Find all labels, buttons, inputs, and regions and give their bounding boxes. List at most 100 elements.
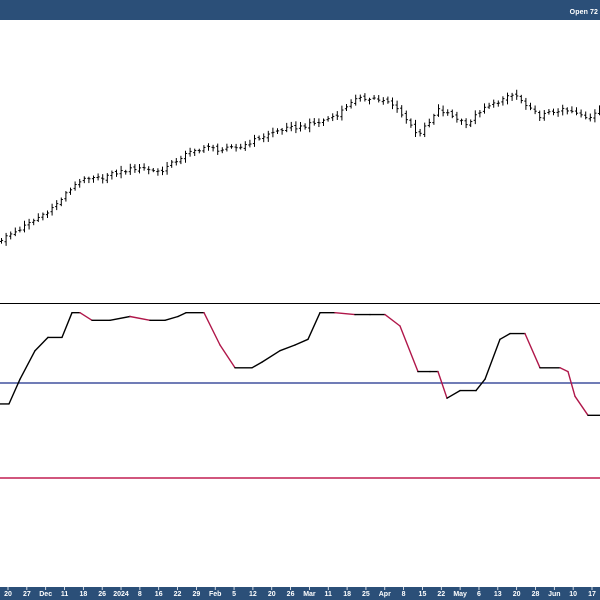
oscillator-segment [437, 370, 448, 399]
x-tick-label: 11 [61, 591, 69, 598]
price-bar [386, 96, 390, 104]
price-bar [22, 220, 27, 233]
price-bar [363, 93, 367, 102]
price-bar [82, 176, 86, 184]
price-bar [294, 121, 298, 134]
oscillator-segment [524, 332, 541, 369]
oscillator-segment [484, 338, 501, 380]
oscillator-segment [559, 367, 569, 373]
price-bar [510, 92, 514, 101]
oscillator-segment [279, 344, 296, 352]
oscillator-segment [79, 312, 93, 321]
oscillator-segment [475, 378, 486, 392]
x-tick-label: 16 [155, 591, 163, 598]
stock-chart: 20 27 Dec 11 18 26 2024 8 16 22 29 Feb 5 12 20 26 Mar 11 1… [0, 89, 600, 598]
price-bar [358, 94, 362, 102]
x-tick-label: Apr [379, 591, 391, 598]
price-bar [584, 111, 588, 120]
price-bar [101, 174, 105, 184]
price-bar [234, 143, 238, 152]
price-bar [216, 143, 220, 155]
price-bar [271, 127, 275, 138]
price-bar [179, 155, 183, 165]
price-bar [303, 123, 307, 130]
price-bar [349, 99, 353, 109]
price-bar [298, 121, 303, 132]
price-bar [505, 92, 510, 105]
price-bar [574, 107, 579, 116]
oscillator-segment [219, 344, 236, 369]
price-bar [229, 144, 234, 149]
price-bar [459, 118, 464, 125]
x-tick-label: May [453, 591, 467, 598]
price-bar [257, 135, 261, 141]
price-bar [450, 109, 454, 119]
price-bar [197, 148, 201, 154]
x-tick-label: 25 [362, 591, 370, 598]
oscillator-segment [34, 336, 49, 352]
x-tick-label: 11 [325, 591, 333, 598]
price-bar [147, 166, 151, 175]
price-bar [441, 105, 445, 117]
x-tick-label: 15 [419, 591, 427, 598]
x-tick-label: 5 [232, 591, 236, 598]
price-bar [165, 161, 169, 175]
price-bar [59, 197, 63, 207]
price-bar [354, 94, 358, 106]
price-bar [114, 169, 119, 177]
price-bar [206, 143, 211, 151]
price-bar [32, 218, 36, 226]
price-bar [487, 102, 491, 109]
oscillator-segment [261, 350, 281, 363]
price-bar [390, 97, 395, 110]
x-tick-label: 22 [437, 591, 445, 598]
x-tick-label: 8 [138, 591, 142, 598]
x-axis: 20 27 Dec 11 18 26 2024 8 16 22 29 Feb 5 12 20 26 Mar 11 1… [4, 587, 596, 598]
price-bar [193, 148, 197, 156]
x-tick-label: 2024 [113, 591, 129, 598]
x-tick-label: 18 [79, 591, 87, 598]
price-bar [239, 143, 243, 150]
x-tick-label: 28 [532, 591, 540, 598]
price-bar [124, 169, 128, 175]
x-tick-label: 20 [268, 591, 276, 598]
price-bar [73, 181, 77, 191]
price-bar [367, 97, 372, 105]
price-bar [340, 105, 344, 121]
oscillator-panel [0, 312, 600, 479]
price-bar [137, 163, 142, 174]
price-bar [91, 175, 96, 183]
price-bar [243, 141, 247, 151]
price-bar [128, 163, 132, 175]
x-tick-label: Mar [303, 591, 316, 598]
price-bar [142, 163, 146, 171]
price-bar [87, 176, 91, 184]
price-bar [312, 118, 316, 126]
oscillator-segment [567, 370, 576, 397]
price-bar [317, 118, 321, 128]
x-tick-label: 26 [287, 591, 295, 598]
oscillator-segment [574, 395, 589, 416]
price-bar [289, 121, 293, 132]
price-bar [423, 122, 427, 138]
price-bar [473, 110, 477, 125]
price-bar [579, 109, 583, 118]
price-bar [225, 143, 229, 152]
x-tick-label: 20 [513, 591, 521, 598]
oscillator-segment [129, 315, 151, 321]
price-bar [519, 94, 523, 104]
price-bar [50, 203, 54, 216]
oscillator-segment [499, 332, 511, 340]
price-bar [515, 89, 519, 100]
price-bar [427, 118, 431, 128]
oscillator-segment [384, 313, 401, 327]
price-bar [469, 119, 473, 128]
price-bar [372, 95, 376, 100]
price-bar [133, 164, 137, 173]
price-bar [533, 105, 537, 115]
oscillator-segment [203, 312, 221, 346]
x-tick-label: 17 [588, 591, 596, 598]
price-bar [78, 178, 82, 188]
x-tick-label: 26 [98, 591, 106, 598]
price-bar [436, 104, 441, 117]
